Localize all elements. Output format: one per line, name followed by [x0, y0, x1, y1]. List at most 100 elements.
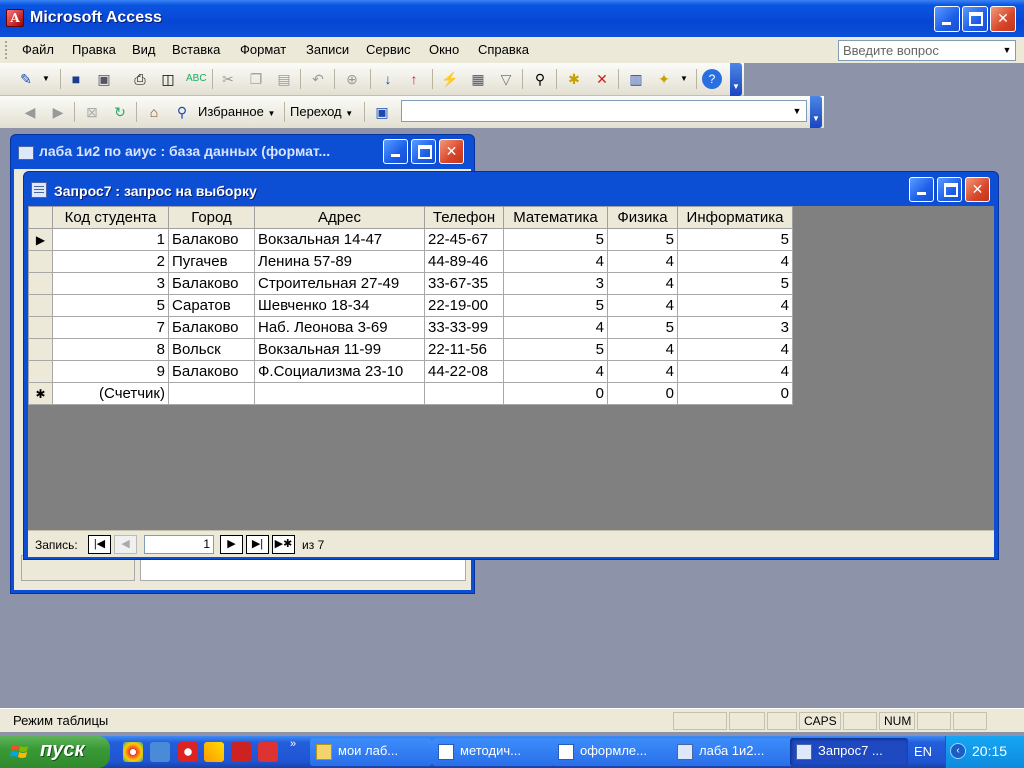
table-cell[interactable]: 4 [607, 360, 678, 383]
print-preview-icon[interactable]: ◫ [158, 69, 178, 89]
app-title-bar[interactable]: A Microsoft Access ✕ [0, 0, 1024, 37]
table-cell[interactable]: Балаково [168, 228, 255, 251]
spelling-icon[interactable]: ABC [186, 69, 207, 89]
app-icon[interactable] [258, 742, 278, 762]
record-selector[interactable] [28, 294, 53, 317]
task-button[interactable]: оформле... [552, 738, 674, 766]
db-minimize-button[interactable] [383, 139, 408, 164]
table-cell[interactable]: 4 [503, 250, 608, 273]
record-selector[interactable] [28, 250, 53, 273]
table-cell[interactable]: 0 [503, 382, 608, 405]
column-header[interactable]: Физика [607, 206, 678, 229]
show-only-web-toolbar-icon[interactable]: ▣ [372, 102, 392, 122]
address-input[interactable]: ▼ [401, 100, 807, 122]
menu-format[interactable]: Формат [240, 42, 286, 57]
refresh-icon[interactable]: ↻ [110, 102, 130, 122]
record-selector[interactable] [28, 338, 53, 361]
table-cell[interactable]: 4 [607, 338, 678, 361]
table-cell[interactable]: 4 [503, 360, 608, 383]
table-cell[interactable]: Наб. Леонова 3-69 [254, 316, 425, 339]
table-cell[interactable]: Вольск [168, 338, 255, 361]
new-record-button[interactable]: ▶✱ [272, 535, 295, 554]
help-icon[interactable]: ? [702, 69, 722, 89]
table-cell[interactable]: 4 [503, 316, 608, 339]
table-cell[interactable]: 3 [677, 316, 793, 339]
table-cell[interactable]: 9 [52, 360, 169, 383]
start-button[interactable]: пуск [0, 736, 110, 768]
table-cell[interactable]: Балаково [168, 316, 255, 339]
sort-ascending-icon[interactable]: ↓ [378, 69, 398, 89]
task-button-active[interactable]: Запрос7 ... [790, 738, 908, 766]
cut-icon[interactable]: ✂ [218, 69, 238, 89]
filter-by-form-icon[interactable]: ▦ [468, 69, 488, 89]
table-cell[interactable] [254, 382, 425, 405]
media-player-icon[interactable] [123, 742, 143, 762]
table-cell[interactable]: Ленина 57-89 [254, 250, 425, 273]
table-cell[interactable]: 0 [677, 382, 793, 405]
copy-icon[interactable]: ❐ [246, 69, 266, 89]
minimize-button[interactable] [934, 6, 960, 32]
show-hidden-icons-icon[interactable]: ‹ [950, 743, 966, 759]
menu-window[interactable]: Окно [429, 42, 459, 57]
access-app-icon[interactable]: A [6, 9, 24, 27]
table-cell[interactable]: 2 [52, 250, 169, 273]
table-cell[interactable]: 5 [607, 316, 678, 339]
apply-filter-icon[interactable]: ▽ [496, 69, 516, 89]
column-header[interactable]: Город [168, 206, 255, 229]
table-cell[interactable] [424, 382, 504, 405]
table-cell[interactable]: 4 [677, 250, 793, 273]
save-icon[interactable]: ■ [66, 69, 86, 89]
task-button[interactable]: мои лаб... [310, 738, 432, 766]
table-cell[interactable]: 5 [607, 228, 678, 251]
menu-grip[interactable] [5, 41, 8, 59]
table-cell[interactable]: Вокзальная 14-47 [254, 228, 425, 251]
menu-view[interactable]: Вид [132, 42, 156, 57]
table-cell[interactable]: 44-22-08 [424, 360, 504, 383]
query-minimize-button[interactable] [909, 177, 934, 202]
undo-icon[interactable]: ↶ [308, 69, 328, 89]
sort-descending-icon[interactable]: ↑ [404, 69, 424, 89]
table-cell[interactable]: 33-67-35 [424, 272, 504, 295]
table-cell[interactable]: 4 [677, 338, 793, 361]
table-cell[interactable]: 33-33-99 [424, 316, 504, 339]
table-cell[interactable]: 22-45-67 [424, 228, 504, 251]
table-cell[interactable]: Строительная 27-49 [254, 272, 425, 295]
menu-file[interactable]: Файл [22, 42, 54, 57]
last-record-button[interactable]: ▶| [246, 535, 269, 554]
table-cell[interactable]: 3 [503, 272, 608, 295]
clock[interactable]: 20:15 [972, 743, 1007, 759]
table-cell[interactable]: 5 [503, 338, 608, 361]
table-cell[interactable]: (Счетчик) [52, 382, 169, 405]
language-indicator[interactable]: EN [914, 744, 932, 759]
table-cell[interactable]: 22-19-00 [424, 294, 504, 317]
paste-icon[interactable]: ▤ [274, 69, 294, 89]
table-cell[interactable]: 3 [52, 272, 169, 295]
column-header[interactable]: Телефон [424, 206, 504, 229]
chevron-down-icon[interactable]: ▼ [788, 101, 806, 121]
find-icon[interactable]: ⚲ [530, 69, 550, 89]
menu-records[interactable]: Записи [306, 42, 349, 57]
table-cell[interactable]: 5 [503, 294, 608, 317]
record-selector[interactable]: ▶ [28, 228, 53, 251]
previous-record-button[interactable]: ◀ [114, 535, 137, 554]
maximize-button[interactable] [962, 6, 988, 32]
db-close-button[interactable]: ✕ [439, 139, 464, 164]
table-cell[interactable]: Пугачев [168, 250, 255, 273]
view-mode-icon[interactable]: ✎ [16, 69, 36, 89]
table-cell[interactable]: 4 [607, 272, 678, 295]
table-cell[interactable]: 5 [677, 228, 793, 251]
back-icon[interactable]: ◀ [20, 102, 40, 122]
column-header[interactable]: Математика [503, 206, 608, 229]
new-record-selector[interactable]: ✱ [28, 382, 53, 405]
column-header[interactable]: Адрес [254, 206, 425, 229]
record-selector[interactable] [28, 360, 53, 383]
table-cell[interactable]: 4 [677, 294, 793, 317]
db-maximize-button[interactable] [411, 139, 436, 164]
chevron-down-icon[interactable]: ▼ [674, 69, 694, 89]
column-header[interactable]: Код студента [52, 206, 169, 229]
table-cell[interactable]: Балаково [168, 360, 255, 383]
table-cell[interactable]: 7 [52, 316, 169, 339]
table-cell[interactable]: 8 [52, 338, 169, 361]
menu-help[interactable]: Справка [478, 42, 529, 57]
column-header[interactable]: Информатика [677, 206, 793, 229]
